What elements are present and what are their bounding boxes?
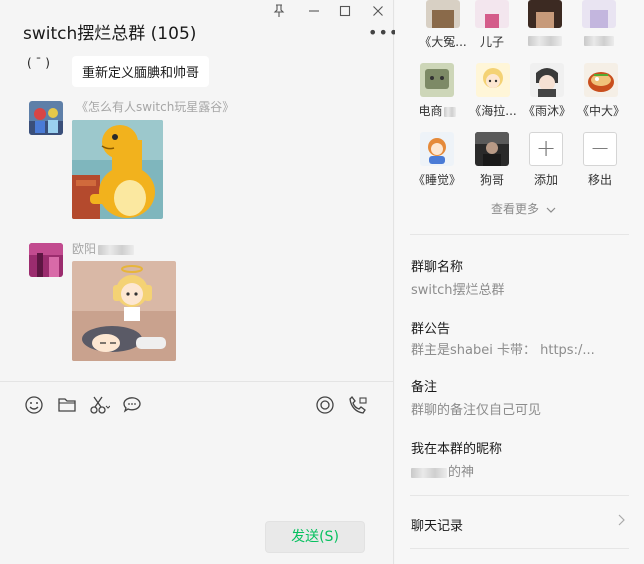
member-item[interactable] (518, 0, 572, 47)
nickname-value[interactable]: 的神 (411, 461, 474, 480)
member-name: 狗哥 (479, 173, 504, 187)
add-member-button[interactable]: + 添加 (519, 132, 573, 188)
pin-icon[interactable] (270, 4, 288, 22)
close-icon[interactable] (369, 4, 387, 22)
send-button[interactable]: 发送(S) (265, 521, 365, 553)
remove-member-button[interactable]: − 移出 (573, 132, 627, 188)
remark-label: 备注 (411, 380, 438, 395)
message-list[interactable]: ( ¯ ) 重新定义腼腆和帅哥 《怎么有人switch玩星露谷》 欧阳 (0, 54, 393, 380)
message-sender: 欧阳 (72, 240, 135, 257)
member-name: 电商 (410, 102, 464, 119)
nickname-label: 我在本群的昵称 (411, 442, 503, 457)
member-item[interactable]: 《睡觉》 (410, 132, 464, 188)
remark-value[interactable]: 群聊的备注仅自己可见 (411, 399, 541, 418)
avatar (528, 0, 562, 28)
member-item[interactable]: 《雨沐》 (520, 63, 574, 119)
member-name: 《睡觉》 (412, 173, 461, 187)
member-name (572, 33, 626, 47)
input-area[interactable]: 发送(S) (0, 381, 393, 564)
divider (410, 234, 629, 235)
emoji-icon[interactable] (23, 394, 45, 416)
avatar (426, 0, 460, 28)
message-bubble[interactable]: 重新定义腼腆和帅哥 (72, 56, 210, 87)
screenshot-scissors-icon[interactable] (88, 394, 111, 416)
avatar (584, 63, 618, 97)
member-name: 《中大》 (576, 104, 625, 118)
divider (410, 495, 629, 496)
group-notice-label: 群公告 (411, 322, 451, 337)
member-item[interactable]: 儿子 (465, 0, 519, 50)
chevron-right-icon[interactable] (617, 514, 625, 530)
minus-icon: − (583, 132, 617, 166)
member-item[interactable]: 狗哥 (465, 132, 519, 188)
member-name: 儿子 (479, 35, 504, 49)
group-info-pane: 《大冤... 儿子 电商 《海拉... 《雨沐》 《中大》 《睡觉》 狗哥 + … (395, 0, 644, 564)
avatar (476, 63, 510, 97)
chat-history-label[interactable]: 聊天记录 (411, 515, 463, 534)
avatar (530, 63, 564, 97)
member-name: 《大冤... (419, 35, 467, 49)
avatar (420, 132, 454, 166)
avatar[interactable] (29, 101, 63, 135)
member-item[interactable]: 电商 (410, 63, 464, 119)
member-name: 《海拉... (469, 104, 517, 118)
member-item[interactable] (572, 0, 626, 47)
member-item[interactable]: 《海拉... (466, 63, 520, 119)
member-name (518, 33, 572, 47)
avatar[interactable] (29, 243, 63, 277)
sticker-image[interactable] (72, 120, 163, 219)
folder-icon[interactable] (56, 394, 78, 416)
sticker-image[interactable] (72, 261, 176, 361)
group-name-label: 群聊名称 (411, 260, 464, 275)
member-item[interactable]: 《中大》 (574, 63, 628, 119)
divider (410, 548, 629, 549)
chat-title: switch摆烂总群 (105) (23, 24, 197, 44)
minimize-icon[interactable] (305, 4, 323, 22)
maximize-icon[interactable] (336, 4, 354, 22)
avatar (475, 0, 509, 28)
member-name: 《雨沐》 (522, 104, 571, 118)
live-icon[interactable] (314, 394, 336, 416)
previous-avatar-fragment: ( ¯ ) (27, 56, 50, 70)
message-sender: 《怎么有人switch玩星露谷》 (76, 100, 235, 114)
call-icon[interactable] (347, 394, 369, 416)
group-notice-value[interactable]: 群主是shabei 卡带： https:/... (411, 339, 595, 358)
chevron-down-icon (546, 207, 556, 213)
member-name: 添加 (533, 173, 558, 187)
avatar (420, 63, 454, 97)
avatar (582, 0, 616, 28)
group-name-value[interactable]: switch摆烂总群 (411, 279, 505, 298)
chat-bubble-icon[interactable] (121, 394, 143, 416)
chat-pane: switch摆烂总群 (105) ••• ( ¯ ) 重新定义腼腆和帅哥 《怎么… (0, 0, 398, 564)
plus-icon: + (529, 132, 563, 166)
avatar (475, 132, 509, 166)
member-name: 移出 (587, 173, 612, 187)
member-item[interactable]: 《大冤... (416, 0, 470, 50)
see-more-link[interactable]: 查看更多 (491, 200, 556, 217)
